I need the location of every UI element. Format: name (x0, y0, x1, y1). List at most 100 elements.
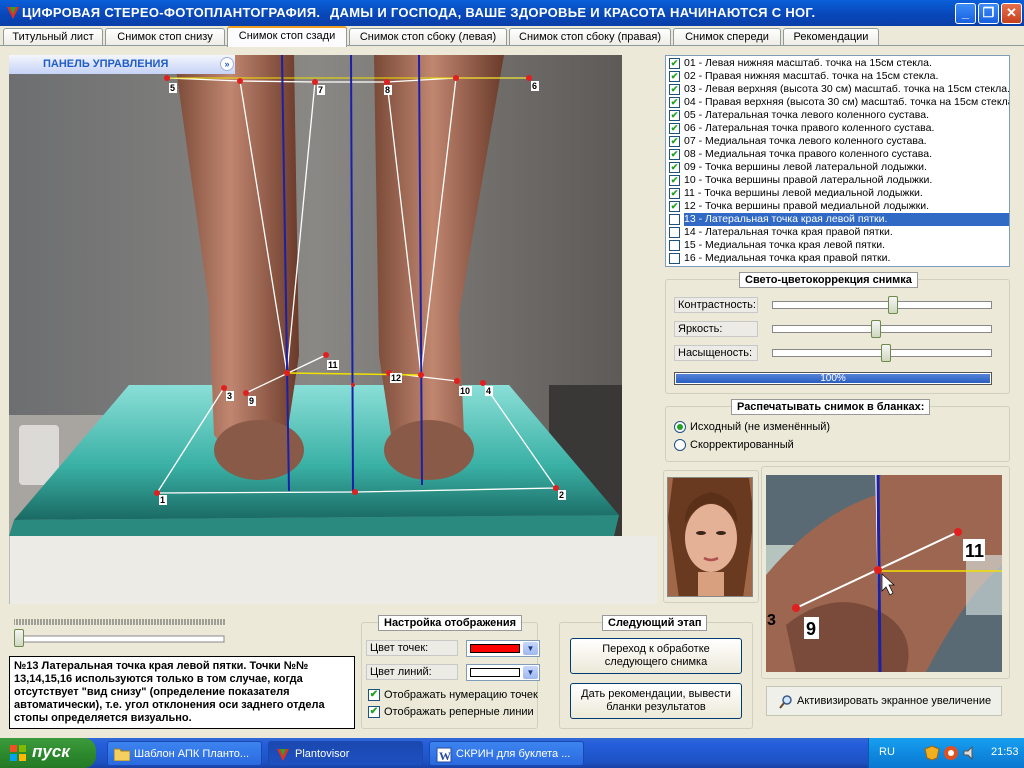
clock[interactable]: 21:53 (991, 746, 1019, 758)
tab-feet-back[interactable]: Снимок стоп сзади (227, 26, 347, 47)
checklist-checkbox[interactable] (669, 227, 680, 238)
folder-icon (114, 748, 130, 761)
checklist-item[interactable]: 16 - Медиальная точка края правой пятки. (667, 252, 1009, 265)
activate-zoom-label: Активизировать экранное увеличение (797, 695, 992, 707)
control-panel-header[interactable]: ПАНЕЛЬ УПРАВЛЕНИЯ » (9, 55, 235, 74)
word-icon: W (436, 747, 452, 763)
checklist-checkbox[interactable]: ✔ (669, 58, 680, 69)
task-folder-label: Шаблон АПК Планто... (134, 748, 250, 760)
checklist-item[interactable]: ✔ 06 - Латеральная точка правого коленног… (667, 122, 1009, 135)
zoom-label-11: 11 (965, 541, 984, 561)
checklist-item[interactable]: ✔ 10 - Точка вершины правой латеральной л… (667, 174, 1009, 187)
checklist-item[interactable]: ✔ 09 - Точка вершины левой латеральной ло… (667, 161, 1009, 174)
checklist-item[interactable]: 14 - Латеральная точка края правой пятки… (667, 226, 1009, 239)
checklist-item[interactable]: ✔ 02 - Правая нижняя масштаб. точка на 15… (667, 70, 1009, 83)
tab-recommendations[interactable]: Рекомендации (783, 28, 879, 46)
show-lines-checkbox[interactable]: ✔ (368, 706, 380, 718)
checklist-checkbox[interactable] (669, 240, 680, 251)
radio-original[interactable] (674, 421, 686, 433)
checklist-item[interactable]: ✔ 07 - Медиальная точка левого коленного … (667, 135, 1009, 148)
checklist-checkbox[interactable]: ✔ (669, 97, 680, 108)
tab-feet-side-left[interactable]: Снимок стоп сбоку (левая) (349, 28, 507, 46)
checklist-item-label: 15 - Медиальная точка края левой пятки. (684, 239, 885, 251)
checklist-checkbox[interactable]: ✔ (669, 110, 680, 121)
start-button[interactable]: пуск (0, 738, 96, 768)
point-label-10: 10 (460, 386, 470, 396)
checklist-item[interactable]: ✔ 12 - Точка вершины правой медиальной ло… (667, 200, 1009, 213)
task-folder[interactable]: Шаблон АПК Планто... (107, 741, 262, 766)
close-button[interactable]: ✕ (1001, 3, 1022, 24)
show-numbers-checkbox[interactable]: ✔ (368, 689, 380, 701)
tab-feet-bottom[interactable]: Снимок стоп снизу (105, 28, 225, 46)
show-lines-label[interactable]: Отображать реперные линии (384, 706, 534, 718)
contrast-slider-thumb[interactable] (887, 296, 898, 314)
checklist-item-label: 08 - Медиальная точка правого коленного … (684, 148, 932, 160)
checklist-item[interactable]: ✔ 03 - Левая верхняя (высота 30 см) масшт… (667, 83, 1009, 96)
radio-original-label[interactable]: Исходный (не изменённый) (690, 421, 830, 433)
checklist-checkbox[interactable]: ✔ (669, 71, 680, 82)
points-checklist[interactable]: ✔ 01 - Левая нижняя масштаб. точка на 15с… (665, 55, 1010, 267)
language-indicator[interactable]: RU (879, 746, 895, 758)
checklist-checkbox[interactable]: ✔ (669, 136, 680, 147)
zoom-view[interactable]: 11 9 3 (766, 475, 1002, 672)
checklist-checkbox[interactable]: ✔ (669, 84, 680, 95)
checklist-item[interactable]: ✔ 11 - Точка вершины левой медиальной лод… (667, 187, 1009, 200)
checklist-checkbox[interactable]: ✔ (669, 201, 680, 212)
show-numbers-label[interactable]: Отображать нумерацию точек (384, 689, 538, 701)
next-image-button[interactable]: Переход к обработке следующего снимка (570, 638, 742, 674)
display-settings-title: Настройка отображения (378, 615, 523, 631)
checklist-checkbox[interactable]: ✔ (669, 162, 680, 173)
radio-corrected-label[interactable]: Скорректированный (690, 439, 794, 451)
contrast-slider[interactable] (772, 301, 992, 309)
checklist-item-label: 16 - Медиальная точка края правой пятки. (684, 252, 891, 264)
photo-canvas[interactable]: 1 2 3 4 5 6 7 8 9 10 11 12 (9, 55, 622, 536)
task-word[interactable]: W СКРИН для буклета ... (429, 741, 584, 766)
activate-zoom-button[interactable]: Активизировать экранное увеличение (766, 686, 1002, 716)
point-label-11: 11 (328, 360, 338, 370)
saturation-slider-thumb[interactable] (881, 344, 892, 362)
checklist-item[interactable]: ✔ 04 - Правая верхняя (высота 30 см) масш… (667, 96, 1009, 109)
checklist-item[interactable]: 15 - Медиальная точка края левой пятки. (667, 239, 1009, 252)
image-slider[interactable] (13, 617, 225, 647)
checklist-item[interactable]: 13 - Латеральная точка края левой пятки. (667, 213, 1009, 226)
contrast-label: Контрастность: (674, 297, 758, 313)
browser-icon[interactable] (943, 745, 959, 761)
task-plantovisor[interactable]: Plantovisor (268, 741, 423, 766)
checklist-checkbox[interactable]: ✔ (669, 188, 680, 199)
recommendations-button[interactable]: Дать рекомендации, вывести бланки резуль… (570, 683, 742, 719)
checklist-checkbox[interactable]: ✔ (669, 149, 680, 160)
image-slider-thumb[interactable] (14, 629, 24, 647)
brightness-slider-thumb[interactable] (870, 320, 881, 338)
tab-title-page[interactable]: Титульный лист (3, 28, 103, 46)
shield-icon[interactable] (924, 745, 940, 761)
checklist-item[interactable]: ✔ 01 - Левая нижняя масштаб. точка на 15с… (667, 57, 1009, 70)
point-label-12: 12 (391, 373, 401, 383)
saturation-label: Насыщеность: (674, 345, 758, 361)
main-photo[interactable]: 1 2 3 4 5 6 7 8 9 10 11 12 (9, 55, 622, 536)
tab-feet-side-right[interactable]: Снимок стоп сбоку (правая) (509, 28, 671, 46)
radio-corrected[interactable] (674, 439, 686, 451)
checklist-checkbox[interactable] (669, 214, 680, 225)
speaker-icon[interactable] (962, 745, 978, 761)
maximize-button[interactable]: ❐ (978, 3, 999, 24)
zoom-label-9: 9 (806, 619, 816, 639)
checklist-checkbox[interactable]: ✔ (669, 123, 680, 134)
checklist-checkbox[interactable]: ✔ (669, 175, 680, 186)
checklist-item[interactable]: ✔ 05 - Латеральная точка левого коленного… (667, 109, 1009, 122)
point-label-5: 5 (170, 83, 175, 93)
minimize-button[interactable]: _ (955, 3, 976, 24)
chevron-down-icon: ▼ (523, 642, 538, 655)
line-color-select[interactable]: ▼ (466, 664, 540, 681)
point-label-6: 6 (532, 81, 537, 91)
zoom-label-3: 3 (767, 612, 776, 629)
point-color-select[interactable]: ▼ (466, 640, 540, 657)
checklist-checkbox[interactable] (669, 253, 680, 264)
brightness-slider[interactable] (772, 325, 992, 333)
chevron-down-icon[interactable]: » (220, 57, 234, 71)
chevron-down-icon: ▼ (523, 666, 538, 679)
point-label-9: 9 (249, 396, 254, 406)
tab-front[interactable]: Снимок спереди (673, 28, 781, 46)
task-word-label: СКРИН для буклета ... (456, 748, 571, 760)
checklist-item[interactable]: ✔ 08 - Медиальная точка правого коленного… (667, 148, 1009, 161)
correction-progress-bar: 100% (674, 372, 992, 385)
